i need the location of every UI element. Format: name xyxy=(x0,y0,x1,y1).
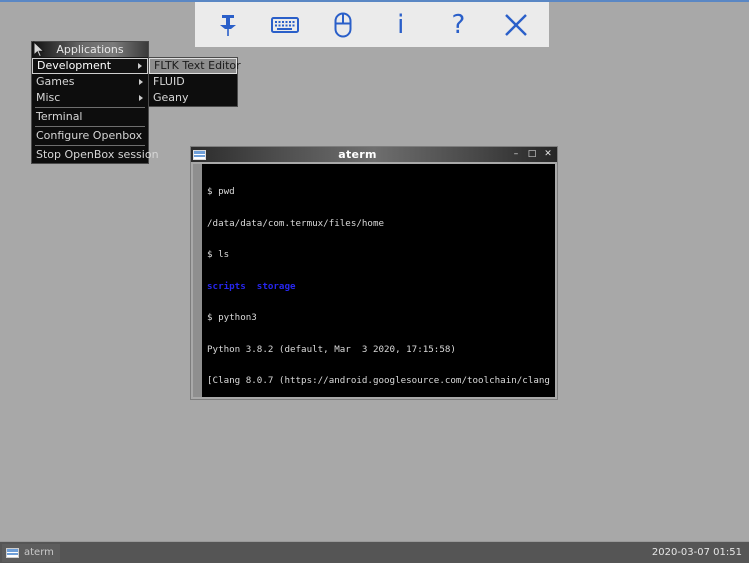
menu-separator xyxy=(35,126,145,127)
terminal-line: Python 3.8.2 (default, Mar 3 2020, 17:15… xyxy=(207,345,555,356)
submenu-item-label: FLTK Text Editor xyxy=(154,59,241,72)
menu-title: Applications xyxy=(32,42,148,58)
keyboard-button[interactable] xyxy=(262,6,308,44)
submenu-item-fluid[interactable]: FLUID xyxy=(149,74,237,90)
taskbar-item-label: aterm xyxy=(24,547,54,558)
menu-item-stop-openbox-session[interactable]: Stop OpenBox session xyxy=(32,147,148,163)
keyboard-icon xyxy=(271,15,299,35)
submenu-item-label: Geany xyxy=(153,91,189,104)
menu-item-label: Stop OpenBox session xyxy=(36,148,159,161)
submenu-item-geany[interactable]: Geany xyxy=(149,90,237,106)
terminal-line: $ python3 xyxy=(207,313,555,324)
taskbar-clock: 2020-03-07 01:51 xyxy=(652,547,742,558)
window-menu-icon[interactable] xyxy=(193,150,206,160)
aterm-window[interactable]: aterm – □ ✕ $ pwd /data/data/com.termux/… xyxy=(190,146,558,400)
mouse-cursor xyxy=(33,41,46,59)
help-button[interactable]: ? xyxy=(435,6,481,44)
aterm-window-title: aterm xyxy=(206,148,509,161)
close-icon xyxy=(503,12,529,38)
submenu-item-label: FLUID xyxy=(153,75,185,88)
mouse-button[interactable] xyxy=(320,6,366,44)
screen: i ? Applications Development Games Mis xyxy=(0,0,749,563)
chevron-right-icon xyxy=(138,63,142,69)
close-window-button[interactable]: ✕ xyxy=(541,148,555,161)
menu-separator xyxy=(35,145,145,146)
menu-item-label: Misc xyxy=(36,91,60,104)
mouse-icon xyxy=(334,12,352,38)
aterm-window-icon xyxy=(6,548,19,558)
terminal-output[interactable]: $ pwd /data/data/com.termux/files/home $… xyxy=(203,164,555,397)
maximize-button[interactable]: □ xyxy=(525,148,539,161)
taskbar: aterm 2020-03-07 01:51 xyxy=(0,541,749,563)
floating-icon-toolbar: i ? xyxy=(195,2,549,47)
close-button[interactable] xyxy=(493,6,539,44)
info-icon: i xyxy=(397,12,404,38)
menu-item-label: Configure Openbox xyxy=(36,129,142,142)
terminal-line: $ ls xyxy=(207,250,555,261)
menu-item-terminal[interactable]: Terminal xyxy=(32,109,148,125)
menu-item-misc[interactable]: Misc xyxy=(32,90,148,106)
info-button[interactable]: i xyxy=(378,6,424,44)
terminal-scrollbar[interactable] xyxy=(193,164,203,397)
chevron-right-icon xyxy=(139,95,143,101)
minimize-button[interactable]: – xyxy=(509,148,523,161)
help-icon: ? xyxy=(452,12,466,38)
menu-item-development[interactable]: Development xyxy=(32,58,148,74)
menu-item-label: Games xyxy=(36,75,74,88)
development-submenu: FLTK Text Editor FLUID Geany xyxy=(148,57,238,107)
aterm-body: $ pwd /data/data/com.termux/files/home $… xyxy=(193,164,555,397)
terminal-line: [Clang 8.0.7 (https://android.googlesour… xyxy=(207,376,555,387)
taskbar-item-aterm[interactable]: aterm xyxy=(2,544,60,562)
menu-separator xyxy=(35,107,145,108)
menu-item-configure-openbox[interactable]: Configure Openbox xyxy=(32,128,148,144)
terminal-line: $ pwd xyxy=(207,187,555,198)
terminal-line-directory-listing: scripts storage xyxy=(207,282,555,293)
pin-button[interactable] xyxy=(205,6,251,44)
menu-item-games[interactable]: Games xyxy=(32,74,148,90)
menu-item-label: Terminal xyxy=(36,110,83,123)
terminal-line: /data/data/com.termux/files/home xyxy=(207,219,555,230)
chevron-right-icon xyxy=(139,79,143,85)
openbox-root-menu: Applications Development Games Misc Term… xyxy=(31,41,149,164)
submenu-item-fltk-text-editor[interactable]: FLTK Text Editor xyxy=(149,58,237,74)
pin-icon xyxy=(217,13,239,37)
aterm-titlebar[interactable]: aterm – □ ✕ xyxy=(191,147,557,162)
menu-item-label: Development xyxy=(37,59,111,72)
